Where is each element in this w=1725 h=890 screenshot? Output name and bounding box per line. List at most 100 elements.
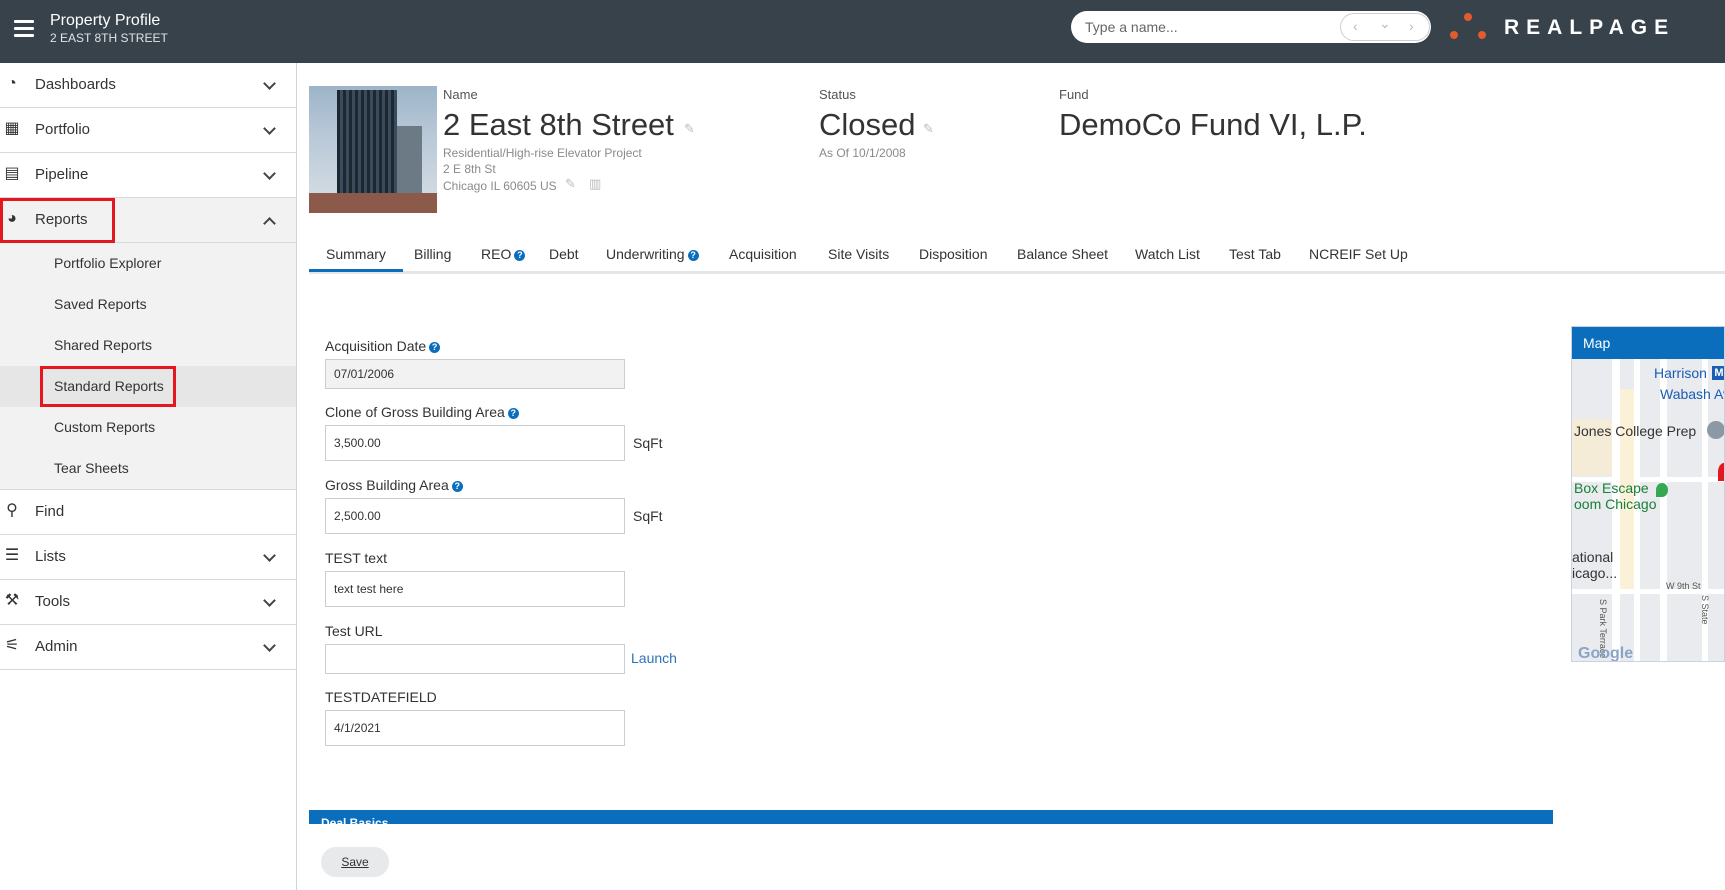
chevron-down-icon bbox=[263, 639, 276, 652]
tab-test-tab[interactable]: Test Tab bbox=[1229, 246, 1281, 262]
sidebar-item-portfolio[interactable]: ▦ Portfolio bbox=[0, 108, 296, 153]
chevron-up-icon bbox=[263, 217, 276, 230]
test-url-field[interactable] bbox=[325, 644, 625, 674]
newspaper-icon: ▤ bbox=[4, 165, 20, 182]
sidebar-item-label: Lists bbox=[35, 548, 66, 565]
menu-icon[interactable] bbox=[14, 20, 34, 37]
field-label-text: Gross Building Area bbox=[325, 477, 449, 493]
clone-gba-label: Clone of Gross Building Area? bbox=[325, 404, 519, 420]
edit-status-icon[interactable]: ✎ bbox=[923, 121, 934, 137]
help-icon[interactable]: ? bbox=[687, 250, 699, 261]
building-icon: ▦ bbox=[4, 120, 20, 137]
save-button[interactable]: Save bbox=[321, 847, 389, 877]
map-label: Harrison bbox=[1654, 365, 1707, 381]
launch-link[interactable]: Launch bbox=[631, 650, 677, 666]
help-icon[interactable]: ? bbox=[429, 342, 441, 353]
search-icon: ⚲ bbox=[6, 502, 18, 519]
help-icon[interactable]: ? bbox=[451, 481, 463, 492]
search-box: ‹ ⌄ › bbox=[1071, 11, 1431, 43]
section-title: Deal Basics bbox=[321, 816, 389, 824]
top-bar: Property Profile 2 EAST 8TH STREET ‹ ⌄ ›… bbox=[0, 0, 1725, 63]
sliders-icon: ⚟ bbox=[4, 637, 20, 654]
tab-site-visits[interactable]: Site Visits bbox=[828, 246, 889, 262]
gba-field[interactable] bbox=[325, 498, 625, 534]
help-icon[interactable]: ? bbox=[507, 408, 519, 419]
prev-record-icon[interactable]: ‹ bbox=[1353, 18, 1358, 34]
map-label: ational bbox=[1572, 549, 1614, 565]
testdate-label: TESTDATEFIELD bbox=[325, 689, 437, 705]
sidebar-item-label: Find bbox=[35, 503, 65, 520]
subitem-standard-reports[interactable]: Standard Reports bbox=[0, 366, 296, 407]
sidebar-item-label: Pipeline bbox=[35, 166, 89, 183]
search-input[interactable] bbox=[1085, 18, 1315, 36]
subitem-shared-reports[interactable]: Shared Reports bbox=[0, 325, 296, 366]
sidebar-item-find[interactable]: ⚲ Find bbox=[0, 490, 296, 535]
subitem-saved-reports[interactable]: Saved Reports bbox=[0, 284, 296, 325]
status-label: Status bbox=[819, 87, 856, 102]
sidebar-item-dashboards[interactable]: ◔ Dashboards bbox=[0, 63, 296, 108]
tab-underwriting[interactable]: Underwriting? bbox=[606, 246, 699, 262]
edit-address-icon[interactable]: ✎ bbox=[565, 176, 576, 192]
tab-watch-list[interactable]: Watch List bbox=[1135, 246, 1200, 262]
property-address-line1: 2 E 8th St bbox=[443, 162, 496, 176]
acquisition-date-label: Acquisition Date? bbox=[325, 338, 441, 354]
sidebar-item-label: Tools bbox=[35, 593, 71, 610]
tab-label: Underwriting bbox=[606, 246, 685, 262]
chevron-down-icon bbox=[263, 122, 276, 135]
list-icon: ☰ bbox=[4, 547, 20, 564]
gba-label: Gross Building Area? bbox=[325, 477, 463, 493]
dashboard-icon: ◔ bbox=[7, 75, 17, 92]
map-canvas[interactable]: Harrison M Wabash Av Jones College Prep … bbox=[1572, 359, 1724, 661]
clone-gba-field[interactable] bbox=[325, 425, 625, 461]
tab-reo[interactable]: REO? bbox=[481, 246, 526, 262]
property-name: 2 East 8th Street bbox=[443, 107, 674, 142]
tab-billing[interactable]: Billing bbox=[414, 246, 451, 262]
map-label: Box Escape bbox=[1574, 480, 1649, 496]
school-marker-icon bbox=[1707, 421, 1724, 439]
reports-submenu: Portfolio Explorer Saved Reports Shared … bbox=[0, 243, 296, 490]
tab-disposition[interactable]: Disposition bbox=[919, 246, 987, 262]
tab-debt[interactable]: Debt bbox=[549, 246, 579, 262]
record-nav: ‹ ⌄ › bbox=[1340, 13, 1430, 41]
app-subtitle: 2 EAST 8TH STREET bbox=[50, 31, 168, 45]
map-icon[interactable]: ▥ bbox=[589, 176, 601, 192]
subitem-custom-reports[interactable]: Custom Reports bbox=[0, 407, 296, 448]
sidebar-item-tools[interactable]: ⚒ Tools bbox=[0, 580, 296, 625]
tab-summary[interactable]: Summary bbox=[309, 246, 403, 272]
edit-icon[interactable]: ✎ bbox=[684, 121, 695, 137]
next-record-icon[interactable]: › bbox=[1409, 18, 1414, 34]
status-as-of: As Of 10/1/2008 bbox=[819, 146, 906, 160]
test-text-label: TEST text bbox=[325, 550, 387, 566]
tab-ncreif-set-up[interactable]: NCREIF Set Up bbox=[1309, 246, 1408, 262]
sidebar-item-label: Dashboards bbox=[35, 76, 116, 93]
chevron-down-icon bbox=[263, 167, 276, 180]
field-label-text: Acquisition Date bbox=[325, 338, 427, 354]
sidebar-item-reports[interactable]: ◕ Reports bbox=[0, 198, 296, 243]
sidebar-item-pipeline[interactable]: ▤ Pipeline bbox=[0, 153, 296, 198]
map-street-label: S State bbox=[1700, 595, 1710, 625]
field-label-text: Clone of Gross Building Area bbox=[325, 404, 505, 420]
map-panel: Map Harrison M Wabash Av Jones College P… bbox=[1571, 326, 1725, 662]
subitem-label: Portfolio Explorer bbox=[54, 255, 162, 271]
subitem-label: Tear Sheets bbox=[54, 460, 129, 476]
dropdown-record-icon[interactable]: ⌄ bbox=[1379, 15, 1391, 32]
help-icon[interactable]: ? bbox=[514, 250, 526, 261]
sidebar-item-lists[interactable]: ☰ Lists bbox=[0, 535, 296, 580]
testdate-field[interactable] bbox=[325, 710, 625, 746]
map-label: oom Chicago bbox=[1574, 496, 1657, 512]
tab-acquisition[interactable]: Acquisition bbox=[729, 246, 797, 262]
test-text-field[interactable] bbox=[325, 571, 625, 607]
acquisition-date-field bbox=[325, 359, 625, 389]
hammer-icon: ⚒ bbox=[4, 592, 20, 609]
test-url-label: Test URL bbox=[325, 623, 383, 639]
property-photo bbox=[309, 86, 437, 213]
unit-label: SqFt bbox=[633, 508, 663, 524]
subitem-tear-sheets[interactable]: Tear Sheets bbox=[0, 448, 296, 489]
metro-icon: M bbox=[1712, 366, 1724, 380]
deal-basics-section-header[interactable]: Deal Basics bbox=[309, 810, 1553, 824]
highlight-box bbox=[0, 198, 115, 243]
tab-balance-sheet[interactable]: Balance Sheet bbox=[1017, 246, 1108, 262]
subitem-label: Custom Reports bbox=[54, 419, 156, 435]
sidebar-item-admin[interactable]: ⚟ Admin bbox=[0, 625, 296, 670]
subitem-portfolio-explorer[interactable]: Portfolio Explorer bbox=[0, 243, 296, 284]
